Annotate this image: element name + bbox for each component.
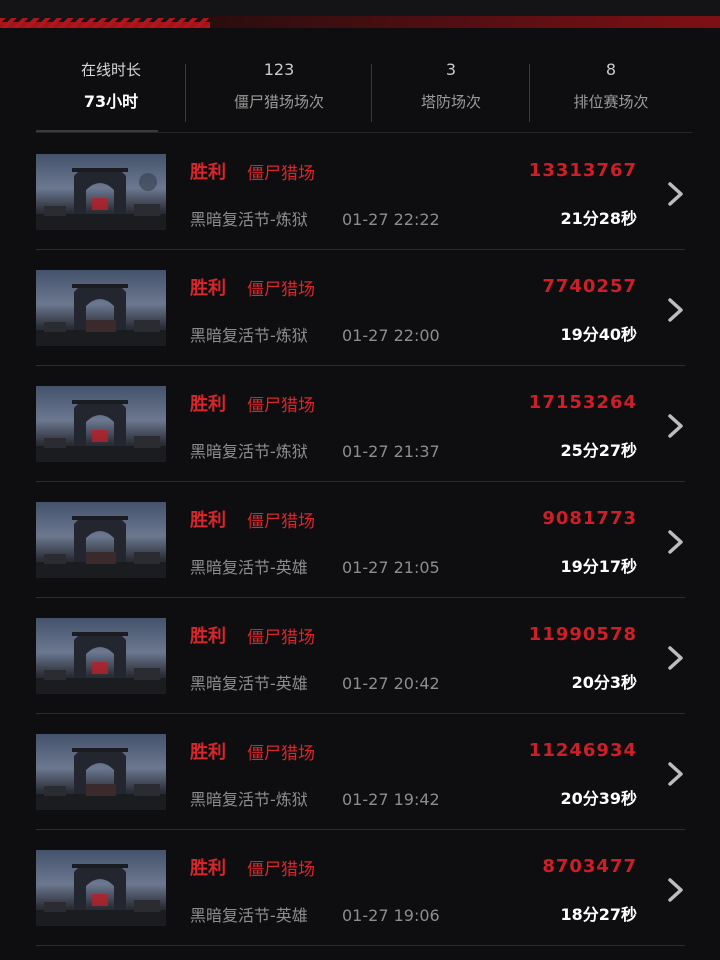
match-history-list: 胜利 僵尸猎场 黑暗复活节-炼狱 01-27 22:22 13313767 21… bbox=[0, 134, 720, 946]
row-separator bbox=[36, 945, 685, 946]
match-map-name: 黑暗复活节-炼狱 bbox=[190, 326, 308, 345]
match-score: 11990578 bbox=[528, 624, 637, 645]
arch-image-icon bbox=[36, 270, 166, 346]
chevron-right-icon[interactable] bbox=[665, 760, 687, 788]
match-map-name: 黑暗复活节-炼狱 bbox=[190, 442, 308, 461]
match-score: 8703477 bbox=[542, 856, 637, 877]
arch-image-icon bbox=[36, 502, 166, 578]
match-time: 01-27 22:22 bbox=[342, 210, 440, 229]
stat-zombie-hunt-count: 123 bbox=[263, 60, 295, 79]
match-score: 7740257 bbox=[542, 276, 637, 297]
match-row[interactable]: 胜利 僵尸猎场 黑暗复活节-炼狱 01-27 19:42 11246934 20… bbox=[0, 714, 720, 830]
stat-ranked-label: 排位赛场次 bbox=[573, 93, 649, 111]
match-duration: 21分28秒 bbox=[560, 209, 637, 228]
stat-tower-defense-count: 3 bbox=[445, 60, 457, 79]
match-duration: 20分39秒 bbox=[560, 789, 637, 808]
map-thumbnail bbox=[36, 618, 166, 694]
match-duration: 20分3秒 bbox=[571, 673, 637, 692]
match-mode: 僵尸猎场 bbox=[247, 860, 315, 880]
match-mode: 僵尸猎场 bbox=[247, 396, 315, 416]
match-mode: 僵尸猎场 bbox=[247, 164, 315, 184]
map-thumbnail bbox=[36, 386, 166, 462]
chevron-right-icon[interactable] bbox=[665, 412, 687, 440]
match-result: 胜利 bbox=[190, 278, 226, 299]
match-duration: 19分40秒 bbox=[560, 325, 637, 344]
match-time: 01-27 19:06 bbox=[342, 906, 440, 925]
stat-tower-defense-label: 塔防场次 bbox=[420, 93, 481, 111]
chevron-right-icon[interactable] bbox=[665, 180, 687, 208]
map-thumbnail bbox=[36, 502, 166, 578]
match-row[interactable]: 胜利 僵尸猎场 黑暗复活节-炼狱 01-27 22:22 13313767 21… bbox=[0, 134, 720, 250]
match-map-name: 黑暗复活节-英雄 bbox=[190, 558, 308, 577]
stats-divider-line bbox=[36, 132, 692, 133]
stat-ranked[interactable]: 8 排位赛场次 bbox=[530, 54, 692, 132]
top-banner bbox=[0, 0, 720, 28]
match-mode: 僵尸猎场 bbox=[247, 512, 315, 532]
map-thumbnail bbox=[36, 154, 166, 230]
match-time: 01-27 21:37 bbox=[342, 442, 440, 461]
match-result: 胜利 bbox=[190, 510, 226, 531]
stat-online-time[interactable]: 在线时长 73小时 bbox=[36, 54, 186, 132]
match-duration: 18分27秒 bbox=[560, 905, 637, 924]
stat-ranked-count: 8 bbox=[605, 60, 617, 79]
arch-image-icon bbox=[36, 618, 166, 694]
stats-bar: 在线时长 73小时 123 僵尸猎场场次 3 塔防场次 8 排位赛场次 bbox=[36, 54, 692, 132]
match-row[interactable]: 胜利 僵尸猎场 黑暗复活节-炼狱 01-27 22:00 7740257 19分… bbox=[0, 250, 720, 366]
match-score: 9081773 bbox=[542, 508, 637, 529]
top-banner-stripes bbox=[0, 18, 210, 28]
match-mode: 僵尸猎场 bbox=[247, 744, 315, 764]
chevron-right-icon[interactable] bbox=[665, 876, 687, 904]
top-banner-gradient bbox=[210, 16, 720, 28]
chevron-right-icon[interactable] bbox=[665, 528, 687, 556]
stat-online-time-label: 在线时长 bbox=[80, 61, 141, 79]
match-map-name: 黑暗复活节-英雄 bbox=[190, 674, 308, 693]
match-map-name: 黑暗复活节-炼狱 bbox=[190, 210, 308, 229]
match-mode: 僵尸猎场 bbox=[247, 628, 315, 648]
match-row[interactable]: 胜利 僵尸猎场 黑暗复活节-英雄 01-27 21:05 9081773 19分… bbox=[0, 482, 720, 598]
arch-image-icon bbox=[36, 386, 166, 462]
stat-zombie-hunt[interactable]: 123 僵尸猎场场次 bbox=[186, 54, 372, 132]
map-thumbnail bbox=[36, 850, 166, 926]
match-time: 01-27 21:05 bbox=[342, 558, 440, 577]
match-time: 01-27 22:00 bbox=[342, 326, 440, 345]
map-thumbnail bbox=[36, 270, 166, 346]
match-result: 胜利 bbox=[190, 742, 226, 763]
match-row[interactable]: 胜利 僵尸猎场 黑暗复活节-英雄 01-27 20:42 11990578 20… bbox=[0, 598, 720, 714]
match-duration: 25分27秒 bbox=[560, 441, 637, 460]
chevron-right-icon[interactable] bbox=[665, 644, 687, 672]
match-row[interactable]: 胜利 僵尸猎场 黑暗复活节-英雄 01-27 19:06 8703477 18分… bbox=[0, 830, 720, 946]
map-thumbnail bbox=[36, 734, 166, 810]
arch-image-icon bbox=[36, 154, 166, 230]
stat-online-time-value: 73小时 bbox=[83, 92, 139, 111]
match-duration: 19分17秒 bbox=[560, 557, 637, 576]
stat-zombie-hunt-label: 僵尸猎场场次 bbox=[233, 93, 324, 111]
match-score: 11246934 bbox=[528, 740, 637, 761]
match-score: 17153264 bbox=[528, 392, 637, 413]
match-score: 13313767 bbox=[528, 160, 637, 181]
arch-image-icon bbox=[36, 734, 166, 810]
match-result: 胜利 bbox=[190, 394, 226, 415]
match-time: 01-27 20:42 bbox=[342, 674, 440, 693]
match-row[interactable]: 胜利 僵尸猎场 黑暗复活节-炼狱 01-27 21:37 17153264 25… bbox=[0, 366, 720, 482]
match-map-name: 黑暗复活节-炼狱 bbox=[190, 790, 308, 809]
match-result: 胜利 bbox=[190, 626, 226, 647]
match-map-name: 黑暗复活节-英雄 bbox=[190, 906, 308, 925]
chevron-right-icon[interactable] bbox=[665, 296, 687, 324]
stat-tower-defense[interactable]: 3 塔防场次 bbox=[372, 54, 530, 132]
match-result: 胜利 bbox=[190, 162, 226, 183]
match-mode: 僵尸猎场 bbox=[247, 280, 315, 300]
match-result: 胜利 bbox=[190, 858, 226, 879]
match-time: 01-27 19:42 bbox=[342, 790, 440, 809]
arch-image-icon bbox=[36, 850, 166, 926]
